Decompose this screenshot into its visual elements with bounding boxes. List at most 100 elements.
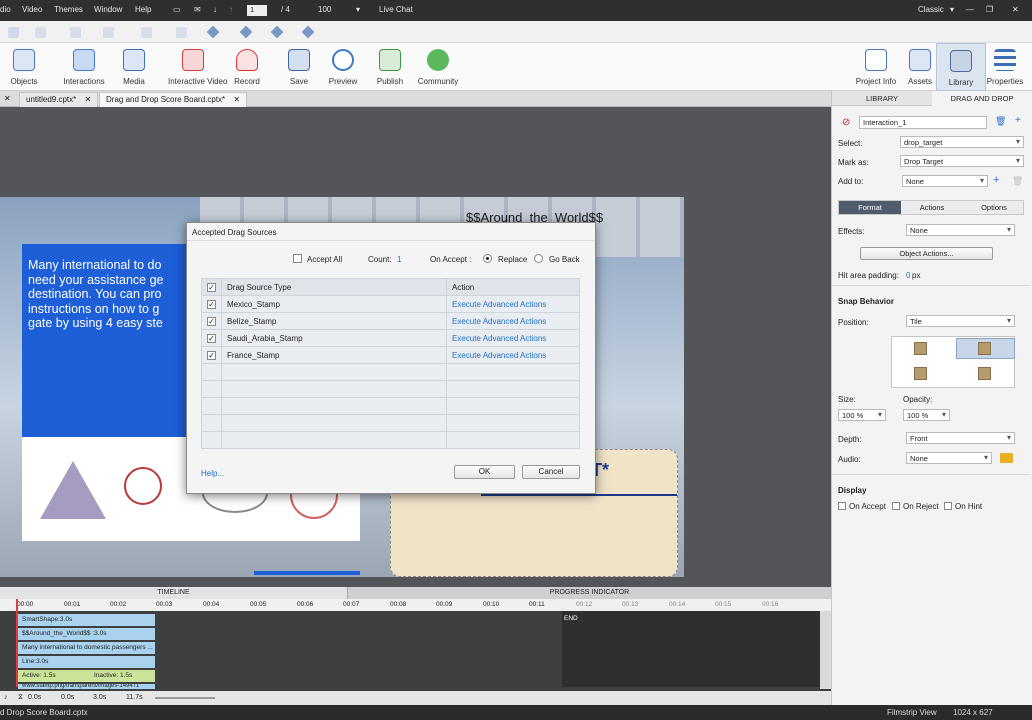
timeline-scrollbar[interactable] xyxy=(820,611,831,689)
tab-format[interactable]: Format xyxy=(839,201,901,214)
time-ruler[interactable]: 00:00 00:01 00:02 00:03 00:04 00:05 00:0… xyxy=(0,599,831,611)
project-info-button[interactable]: Project Info xyxy=(851,43,901,91)
tab-drag-and-drop[interactable]: DRAG AND DROP xyxy=(932,91,1032,106)
close-icon[interactable]: ✕ xyxy=(233,95,240,104)
action-link[interactable]: Execute Advanced Actions xyxy=(446,312,580,330)
menu-item-help[interactable]: Help xyxy=(135,5,151,14)
library-button[interactable]: Library xyxy=(936,43,986,91)
opacity-dropdown[interactable]: 100 % xyxy=(903,409,950,421)
row-checkbox[interactable]: ✓ xyxy=(207,333,216,343)
preview-button[interactable]: Preview xyxy=(318,43,368,91)
row-checkbox[interactable]: ✓ xyxy=(207,299,216,309)
close-icon[interactable]: ✕ xyxy=(1012,5,1019,14)
action-link[interactable]: Execute Advanced Actions xyxy=(446,346,580,364)
media-button[interactable]: Media xyxy=(109,43,159,91)
timeline-track[interactable]: Many international to domestic passenger… xyxy=(18,642,155,654)
chevron-down-icon[interactable]: ▾ xyxy=(950,5,954,14)
layer-icon[interactable] xyxy=(239,25,253,39)
workspace-selector[interactable]: Classic xyxy=(918,5,944,14)
action-link[interactable]: Execute Advanced Actions xyxy=(446,329,580,347)
save-button[interactable]: Save xyxy=(274,43,324,91)
layout-icon[interactable] xyxy=(70,27,81,38)
timeline-track[interactable]: SmartShape:3.0s xyxy=(18,614,155,626)
menu-item-themes[interactable]: Themes xyxy=(54,5,83,14)
depth-dropdown[interactable]: Front xyxy=(906,432,1015,444)
community-button[interactable]: Community xyxy=(413,43,463,91)
timeline-track[interactable]: $$Around_the_World$$ :3.0s xyxy=(18,628,155,640)
tab-untitled9[interactable]: untitled9.cptx* ✕ xyxy=(19,92,99,107)
speaker-icon[interactable]: ♪ xyxy=(4,694,8,701)
intro-text-box[interactable]: Many international to do need your assis… xyxy=(22,244,192,437)
select-dropdown[interactable]: drop_target xyxy=(900,136,1024,148)
arrow-down-icon[interactable]: ↓ xyxy=(213,5,217,14)
folder-icon[interactable] xyxy=(1000,453,1013,463)
accept-all-checkbox[interactable] xyxy=(293,254,302,263)
select-all-checkbox[interactable]: ✓ xyxy=(207,282,216,292)
layer-icon[interactable] xyxy=(301,25,315,39)
stamp-mexico[interactable] xyxy=(124,467,162,505)
table-row[interactable]: ✓ Belize_Stamp Execute Advanced Actions xyxy=(201,312,580,330)
no-interaction-icon[interactable]: ⊘ xyxy=(842,117,850,128)
interactions-button[interactable]: Interactions xyxy=(59,43,109,91)
close-icon[interactable]: ✕ xyxy=(85,95,92,104)
table-row[interactable]: ✓ Mexico_Stamp Execute Advanced Actions xyxy=(201,295,580,313)
interactive-video-button[interactable]: Interactive Video xyxy=(168,43,227,91)
tab-drag-drop-scoreboard[interactable]: Drag and Drop Score Board.cptx* ✕ xyxy=(99,92,248,107)
on-reject-checkbox[interactable] xyxy=(892,502,900,510)
layer-icon[interactable] xyxy=(270,25,284,39)
page-current-field[interactable]: 1 xyxy=(247,5,267,16)
live-chat-link[interactable]: Live Chat xyxy=(379,5,413,14)
help-link[interactable]: Help... xyxy=(201,469,224,478)
table-row[interactable]: ✓ France_Stamp Execute Advanced Actions xyxy=(201,346,580,364)
go-back-radio[interactable] xyxy=(534,254,543,263)
layout-icon[interactable] xyxy=(103,27,114,38)
zoom-value[interactable]: 100 xyxy=(318,5,331,14)
minimize-icon[interactable]: — xyxy=(966,5,974,14)
tab-actions[interactable]: Actions xyxy=(901,201,963,214)
mark-as-dropdown[interactable]: Drop Target xyxy=(900,155,1024,167)
add-icon[interactable]: + xyxy=(993,174,999,186)
add-icon[interactable]: + xyxy=(1015,115,1021,126)
size-dropdown[interactable]: 100 % xyxy=(838,409,886,421)
effects-dropdown[interactable]: None xyxy=(906,224,1015,236)
action-link[interactable]: Execute Advanced Actions xyxy=(446,295,580,313)
layout-icon[interactable] xyxy=(35,27,46,38)
layout-icon[interactable] xyxy=(176,27,187,38)
hit-area-value[interactable]: 0 xyxy=(906,271,910,280)
arrow-up-icon[interactable]: ↑ xyxy=(229,5,233,14)
position-dropdown[interactable]: Tile xyxy=(906,315,1015,327)
audio-dropdown[interactable]: None xyxy=(906,452,992,464)
ok-button[interactable]: OK xyxy=(454,465,515,479)
button-track[interactable]: Active: 1.5s Inactive: 1.5s xyxy=(18,670,155,682)
delete-icon[interactable]: 🗑 xyxy=(995,116,1006,127)
menu-item-window[interactable]: Window xyxy=(94,5,122,14)
close-icon[interactable]: ✕ xyxy=(4,94,11,103)
record-button[interactable]: Record xyxy=(222,43,272,91)
on-accept-checkbox[interactable] xyxy=(838,502,846,510)
timeline-track[interactable]: www.stamp.png/transparent/images-149471 xyxy=(18,684,155,689)
layer-icon[interactable] xyxy=(206,25,220,39)
object-actions-button[interactable]: Object Actions... xyxy=(860,247,993,260)
add-to-dropdown[interactable]: None xyxy=(902,175,988,187)
menu-item-studio[interactable]: dio xyxy=(0,5,11,14)
tab-library[interactable]: LIBRARY xyxy=(832,91,932,106)
zoom-slider[interactable] xyxy=(155,697,215,699)
tab-options[interactable]: Options xyxy=(963,201,1025,214)
mail-icon[interactable]: ✉ xyxy=(194,5,201,14)
interaction-name-field[interactable]: Interaction_1 xyxy=(859,116,987,129)
dialog-titlebar[interactable]: Accepted Drag Sources xyxy=(187,223,595,241)
line-shape[interactable] xyxy=(481,494,677,496)
tab-progress-indicator[interactable]: PROGRESS INDICATOR xyxy=(348,587,831,599)
objects-button[interactable]: Objects xyxy=(0,43,49,91)
chevron-down-icon[interactable]: ▾ xyxy=(356,5,360,14)
stamp-belize[interactable] xyxy=(40,461,106,519)
on-hint-checkbox[interactable] xyxy=(944,502,952,510)
monitor-icon[interactable]: ▭ xyxy=(173,5,181,14)
layout-icon[interactable] xyxy=(141,27,152,38)
row-checkbox[interactable]: ✓ xyxy=(207,316,216,326)
snap-icon[interactable] xyxy=(978,367,991,380)
replace-radio[interactable] xyxy=(483,254,492,263)
filmstrip-view-toggle[interactable]: Filmstrip View xyxy=(887,708,937,717)
cancel-button[interactable]: Cancel xyxy=(522,465,580,479)
delete-icon[interactable]: 🗑 xyxy=(1012,176,1023,187)
